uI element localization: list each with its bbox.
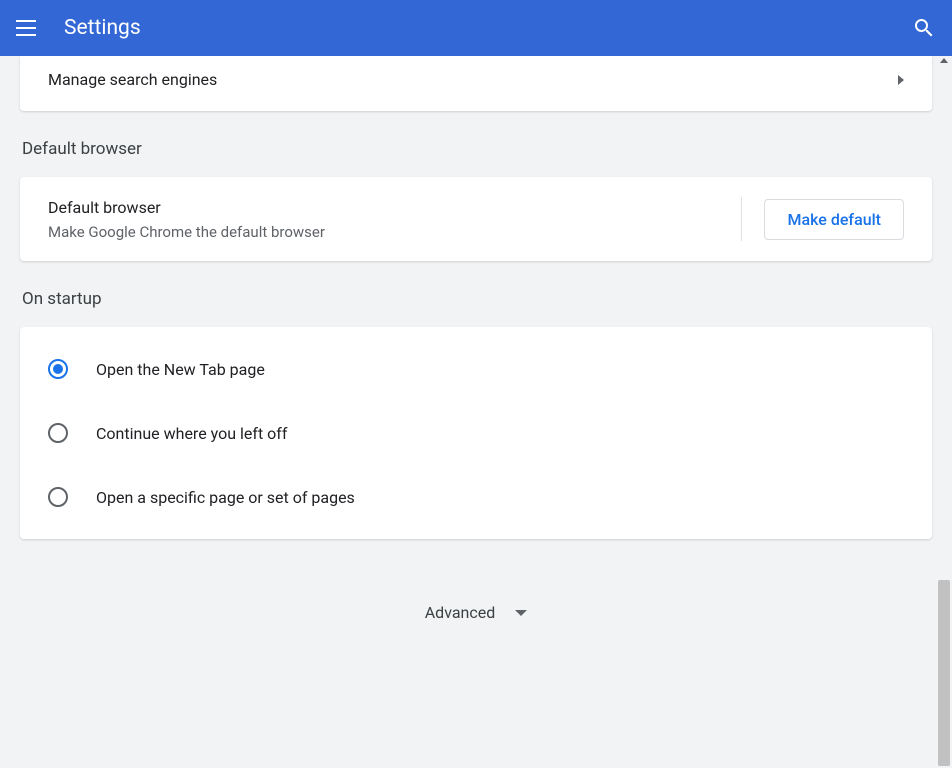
on-startup-section-title: On startup [22, 289, 932, 309]
startup-option-label: Open the New Tab page [96, 360, 265, 379]
scroll-up-icon [940, 58, 948, 63]
chevron-down-icon [515, 610, 527, 616]
on-startup-card: Open the New Tab page Continue where you… [20, 327, 932, 539]
default-browser-card: Default browser Make Google Chrome the d… [20, 177, 932, 261]
scroll-thumb[interactable] [938, 580, 950, 766]
radio-icon [48, 487, 68, 507]
make-default-button[interactable]: Make default [764, 199, 904, 240]
header-bar: Settings [0, 0, 952, 56]
startup-option-continue[interactable]: Continue where you left off [20, 401, 932, 465]
radio-icon [48, 423, 68, 443]
startup-option-new-tab[interactable]: Open the New Tab page [20, 337, 932, 401]
scrollbar[interactable] [936, 56, 952, 768]
startup-option-label: Continue where you left off [96, 424, 287, 443]
startup-option-specific-pages[interactable]: Open a specific page or set of pages [20, 465, 932, 529]
chevron-right-icon [898, 75, 904, 85]
manage-search-engines-row[interactable]: Manage search engines [20, 56, 932, 111]
default-browser-section-title: Default browser [22, 139, 932, 159]
advanced-toggle[interactable]: Advanced [20, 567, 932, 682]
menu-icon[interactable] [16, 16, 40, 40]
default-browser-info: Default browser Make Google Chrome the d… [48, 198, 719, 241]
startup-option-label: Open a specific page or set of pages [96, 488, 355, 507]
manage-search-engines-label: Manage search engines [48, 70, 217, 89]
default-browser-title: Default browser [48, 198, 719, 217]
default-browser-subtitle: Make Google Chrome the default browser [48, 223, 719, 241]
divider [741, 197, 742, 241]
content-area: Manage search engines Default browser De… [0, 56, 952, 768]
advanced-label: Advanced [425, 603, 496, 622]
radio-icon [48, 359, 68, 379]
search-icon[interactable] [912, 16, 936, 40]
page-title: Settings [64, 16, 912, 40]
